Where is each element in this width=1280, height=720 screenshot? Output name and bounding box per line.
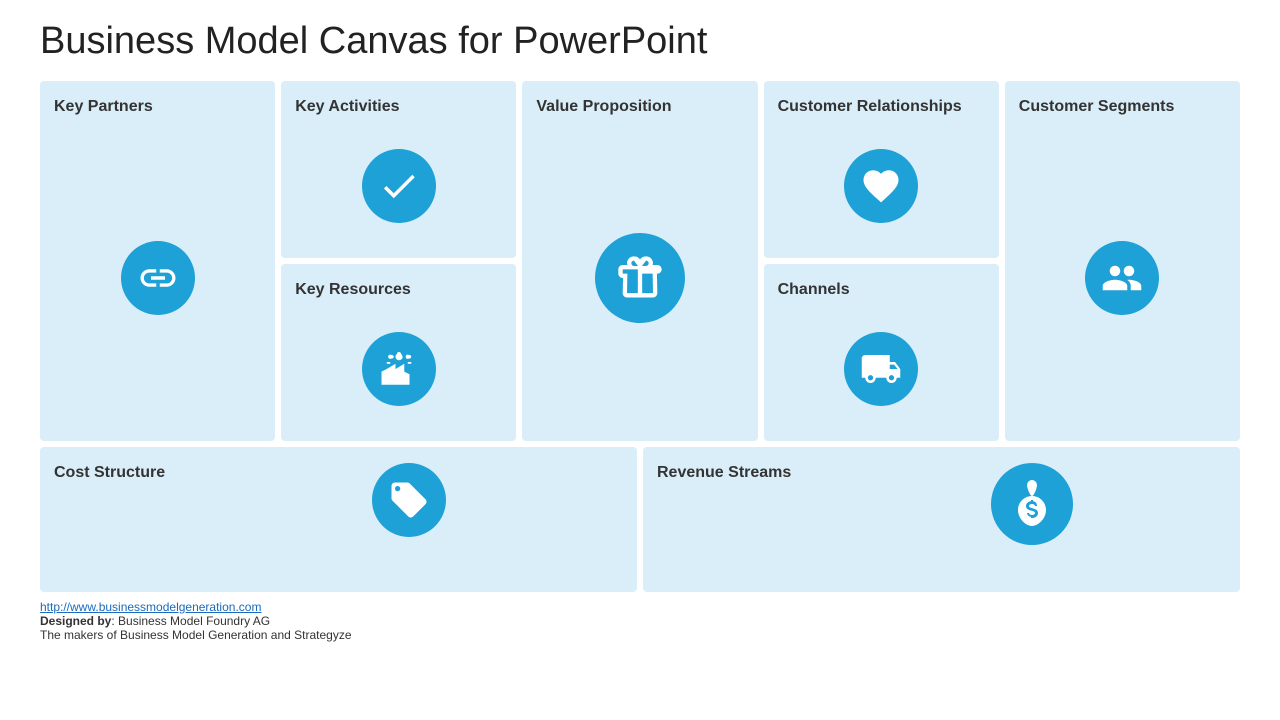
customer-segments-label: Customer Segments [1019,97,1175,116]
revenue-streams-cell: Revenue Streams [643,447,1240,592]
heart-icon [860,165,902,207]
key-activities-icon-circle [362,149,436,223]
key-activities-icon-wrapper [295,124,502,248]
group-icon [1101,257,1143,299]
customer-segments-icon-wrapper [1019,124,1226,431]
relationships-channels-column: Customer Relationships Channels [764,81,999,441]
tag-icon [388,479,430,521]
channels-cell: Channels [764,264,999,441]
factory-icon [378,348,420,390]
page-title: Business Model Canvas for PowerPoint [40,20,1240,63]
key-resources-label: Key Resources [295,280,411,299]
key-resources-cell: Key Resources [281,264,516,441]
customer-segments-cell: Customer Segments [1005,81,1240,441]
cost-structure-cell: Cost Structure [40,447,637,592]
key-partners-icon-wrapper [54,124,261,431]
money-bag-icon [1008,480,1056,528]
bottom-row: Cost Structure Revenue Streams [40,447,1240,592]
revenue-streams-icon-wrapper [837,463,1226,545]
key-activities-label: Key Activities [295,97,399,116]
key-activities-cell: Key Activities [281,81,516,258]
activities-resources-column: Key Activities Key Resources [281,81,516,441]
key-partners-cell: Key Partners [40,81,275,441]
footer-url[interactable]: http://www.businessmodelgeneration.com [40,600,261,614]
value-proposition-icon-circle [595,233,685,323]
customer-relationships-label: Customer Relationships [778,97,962,116]
value-proposition-icon-wrapper [536,124,743,431]
gift-icon [614,252,666,304]
link-icon [137,257,179,299]
canvas-grid: Key Partners Key Activities [40,81,1240,592]
cost-structure-icon-wrapper [194,463,623,537]
checkmark-icon [378,165,420,207]
key-resources-icon-circle [362,332,436,406]
key-resources-icon-wrapper [295,307,502,431]
key-partners-label: Key Partners [54,97,153,116]
truck-icon [860,348,902,390]
customer-relationships-icon-wrapper [778,124,985,248]
revenue-streams-label: Revenue Streams [657,463,817,482]
channels-icon-circle [844,332,918,406]
customer-relationships-cell: Customer Relationships [764,81,999,258]
top-row: Key Partners Key Activities [40,81,1240,441]
cost-structure-icon-circle [372,463,446,537]
channels-label: Channels [778,280,850,299]
channels-icon-wrapper [778,307,985,431]
key-partners-icon-circle [121,241,195,315]
revenue-streams-icon-circle [991,463,1073,545]
footer-tagline: The makers of Business Model Generation … [40,628,352,642]
value-proposition-label: Value Proposition [536,97,671,116]
customer-relationships-icon-circle [844,149,918,223]
footer-designed-by: Designed by: Business Model Foundry AG [40,614,270,628]
value-proposition-cell: Value Proposition [522,81,757,441]
customer-segments-icon-circle [1085,241,1159,315]
footer: http://www.businessmodelgeneration.com D… [40,600,1240,642]
cost-structure-label: Cost Structure [54,463,174,482]
